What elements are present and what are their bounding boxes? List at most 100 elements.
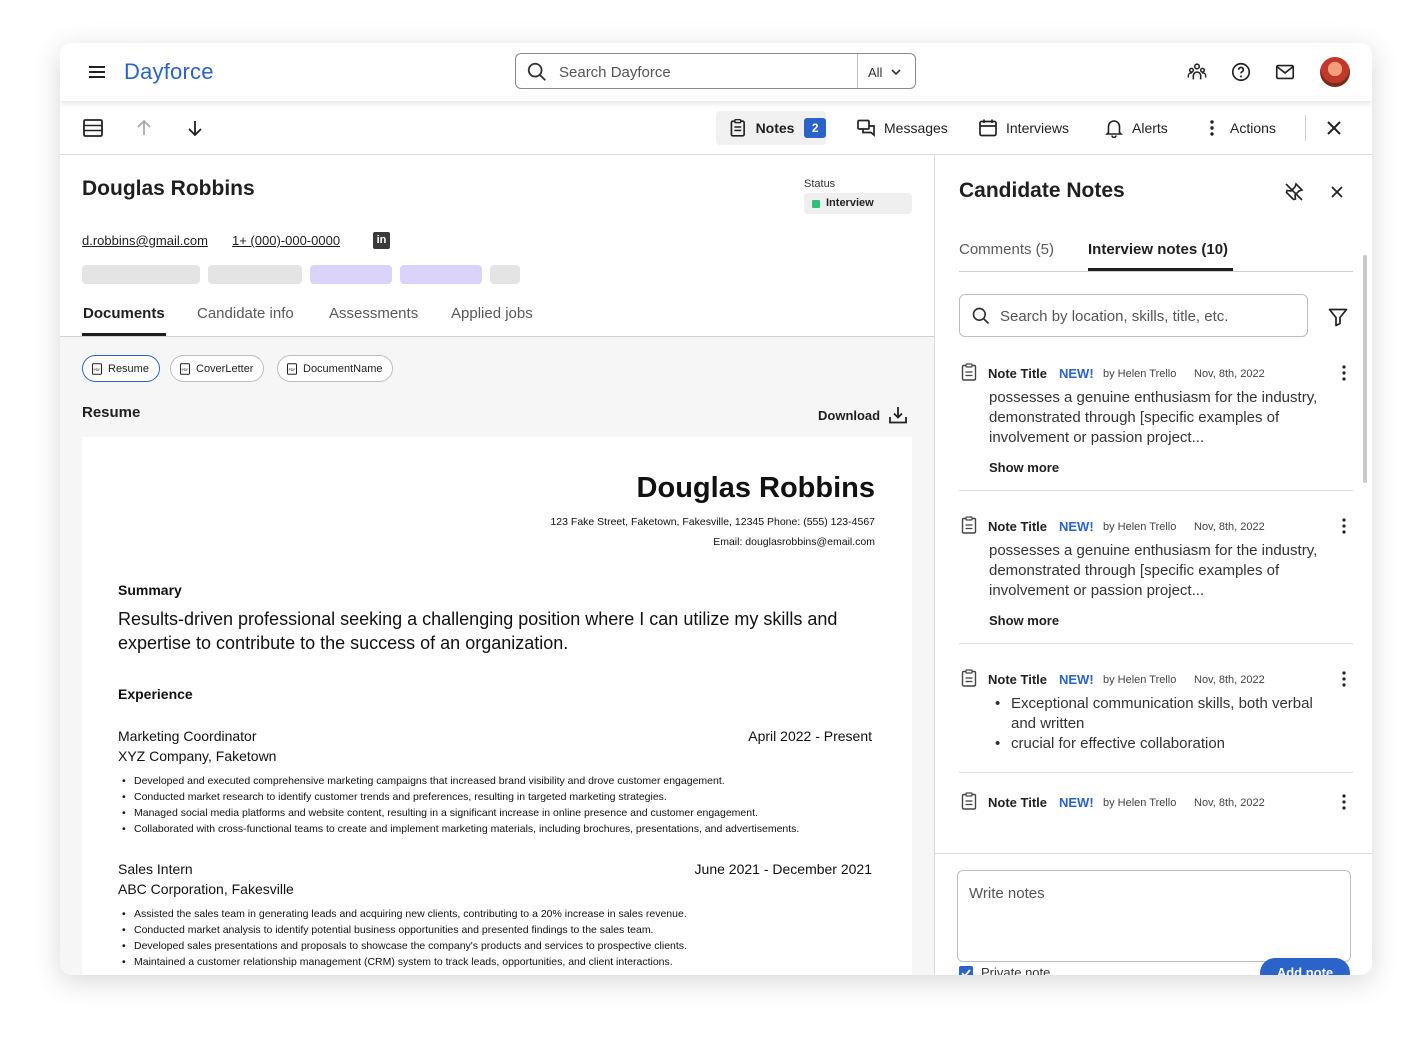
list-item: Assisted the sales team in generating le… [122,906,892,922]
more-vertical-icon [1210,120,1214,136]
alerts-button[interactable]: Alerts [1104,111,1168,145]
note-title: Note Title [988,366,1047,381]
list-item[interactable]: Note Title NEW! by Helen Trello Nov, 8th… [959,503,1353,644]
skeleton-tag [82,265,200,284]
hamburger-menu-icon[interactable] [87,62,107,82]
job-company: ABC Corporation, Fakesville [118,881,294,897]
write-notes-placeholder: Write notes [969,885,1045,902]
filter-icon[interactable] [1327,306,1349,328]
status-dot-icon [812,200,820,208]
calendar-icon [979,119,997,137]
notes-search-input[interactable]: Search by location, skills, title, etc. [959,294,1308,337]
note-title: Note Title [988,519,1047,534]
pdf-file-icon: PDF [287,362,297,375]
record-toolbar: Notes 2 Messages Interviews Alerts Actio… [60,101,1372,155]
job-bullets: Assisted the sales team in generating le… [122,906,892,970]
toolbar-divider [1305,115,1306,141]
unpin-icon[interactable] [1283,181,1305,203]
tab-candidate-info[interactable]: Candidate info [197,305,294,322]
candidate-phone-link[interactable]: 1+ (000)-000-0000 [232,233,340,248]
show-more-link[interactable]: Show more [989,460,1059,475]
document-chip-resume[interactable]: PDF Resume [82,355,160,382]
candidate-email-link[interactable]: d.robbins@gmail.com [82,233,208,248]
interviews-button[interactable]: Interviews [978,111,1069,145]
list-view-icon[interactable] [82,117,104,139]
tab-comments[interactable]: Comments (5) [959,241,1054,258]
tab-documents[interactable]: Documents [83,305,165,322]
note-bullets: Exceptional communication skills, both v… [989,694,1339,754]
mail-icon[interactable] [1274,61,1296,83]
list-item[interactable]: Note Title NEW! by Helen Trello Nov, 8th… [959,779,1353,858]
skeleton-tag [400,265,482,284]
more-vertical-icon[interactable] [1341,792,1347,812]
arrow-up-icon[interactable] [133,117,155,139]
help-icon[interactable] [1230,61,1252,83]
notes-scrollbar[interactable] [1363,255,1367,483]
job-bullets: Developed and executed comprehensive mar… [122,773,892,837]
checkbox-checked-icon[interactable] [959,965,973,975]
user-avatar[interactable] [1320,57,1350,87]
close-icon[interactable] [1323,117,1345,139]
document-chip-coverletter[interactable]: PDF CoverLetter [170,355,265,382]
note-author: by Helen Trello [1103,521,1177,533]
close-icon[interactable] [1326,181,1348,203]
actions-label: Actions [1230,120,1276,136]
notes-button[interactable]: Notes 2 [716,111,826,145]
tabs-divider [959,271,1353,272]
list-item: Collaborated with cross-functional teams… [122,821,892,837]
list-item: Conducted market analysis to identify po… [122,922,892,938]
note-date: Nov, 8th, 2022 [1194,797,1265,809]
list-item: crucial for effective collaboration [989,734,1339,754]
global-search[interactable]: Search Dayforce All [515,53,916,89]
document-chip-label: CoverLetter [196,362,254,375]
tab-applied-jobs[interactable]: Applied jobs [451,305,533,322]
pdf-file-icon: PDF [180,362,190,375]
private-note-checkbox[interactable]: Private note [959,965,1050,975]
search-icon [972,307,990,325]
arrow-down-icon[interactable] [184,117,206,139]
interviews-label: Interviews [1006,120,1070,136]
list-item[interactable]: Note Title NEW! by Helen Trello Nov, 8th… [959,350,1353,491]
job-title: Marketing Coordinator [118,728,257,744]
new-badge: NEW! [1059,519,1094,534]
document-chip-documentname[interactable]: PDF DocumentName [277,355,394,382]
list-item: Exceptional communication skills, both v… [989,694,1339,734]
search-scope-select[interactable]: All [868,65,882,80]
job-dates: April 2022 - Present [748,728,872,744]
note-author: by Helen Trello [1103,797,1177,809]
messages-button[interactable]: Messages [856,111,948,145]
resume-address: 123 Fake Street, Faketown, Fakesville, 1… [550,516,875,528]
write-notes-textarea[interactable]: Write notes [957,870,1351,962]
svg-text:PDF: PDF [93,368,100,372]
chevron-down-icon[interactable] [890,66,902,78]
list-item: Managed social media platforms and websi… [122,805,892,821]
app-logo[interactable]: Dayforce [124,59,214,85]
clipboard-icon [961,669,977,687]
documents-area: PDF Resume PDF CoverLetter PDF DocumentN… [60,337,934,975]
candidate-notes-panel: Candidate Notes Comments (5) Interview n… [934,155,1372,975]
linkedin-icon[interactable]: in [373,232,390,249]
notes-label: Notes [755,120,795,136]
panel-title: Candidate Notes [959,179,1125,202]
list-item[interactable]: Note Title NEW! by Helen Trello Nov, 8th… [959,656,1353,773]
search-input[interactable]: Search Dayforce [559,64,671,81]
show-more-link[interactable]: Show more [989,613,1059,628]
search-divider [857,54,858,88]
more-vertical-icon[interactable] [1341,363,1347,383]
app-window: Dayforce Search Dayforce All Notes 2 Mes… [60,43,1372,975]
tab-interview-notes[interactable]: Interview notes (10) [1088,241,1228,258]
pdf-file-icon: PDF [92,362,102,375]
actions-button[interactable]: Actions [1202,111,1276,145]
add-note-button[interactable]: Add note [1260,958,1350,975]
notes-search-placeholder: Search by location, skills, title, etc. [1000,308,1229,325]
note-title: Note Title [988,672,1047,687]
download-button[interactable]: Download [818,405,908,425]
tab-assessments[interactable]: Assessments [329,305,418,322]
people-icon[interactable] [1186,61,1208,83]
messages-label: Messages [884,120,948,136]
more-vertical-icon[interactable] [1341,516,1347,536]
more-vertical-icon[interactable] [1341,669,1347,689]
private-note-label: Private note [981,965,1051,975]
note-body: possesses a genuine enthusiasm for the i… [989,389,1318,446]
resume-preview: Douglas Robbins 123 Fake Street, Faketow… [82,437,912,975]
